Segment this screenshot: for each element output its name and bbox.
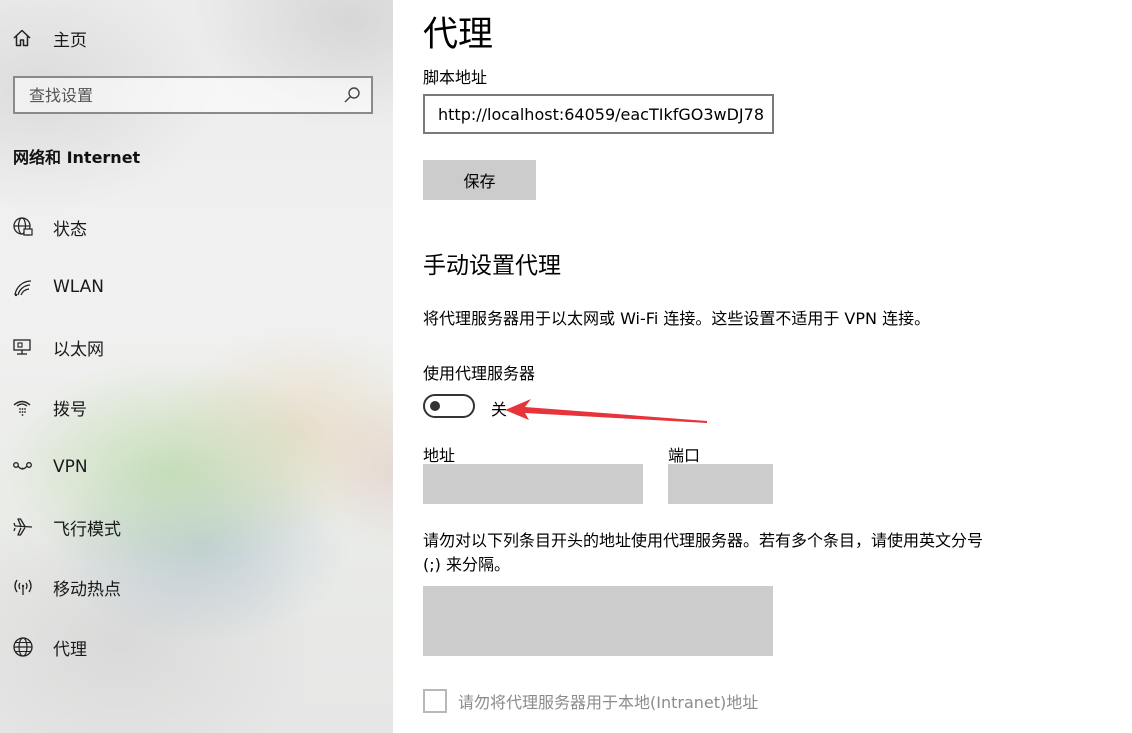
hotspot-icon xyxy=(14,579,32,595)
proxy-address-input[interactable] xyxy=(423,464,643,504)
script-address-label: 脚本地址 xyxy=(423,68,488,87)
sidebar-item-mobile-hotspot[interactable]: 移动热点 xyxy=(12,572,382,602)
use-proxy-toggle[interactable] xyxy=(423,394,475,418)
script-address-input[interactable] xyxy=(423,94,774,134)
globe-status-icon xyxy=(13,217,33,236)
proxy-settings-page: 代理 脚本地址 保存 手动设置代理 将代理服务器用于以太网或 Wi-Fi 连接。… xyxy=(393,0,1132,733)
sidebar-item-dialup[interactable]: 拨号 xyxy=(12,392,382,422)
globe-icon xyxy=(13,637,33,657)
sidebar-item-label: 拨号 xyxy=(53,399,87,420)
proxy-port-label: 端口 xyxy=(668,446,701,465)
bypass-local-label: 请勿将代理服务器用于本地(Intranet)地址 xyxy=(458,693,759,712)
sidebar-item-proxy[interactable]: 代理 xyxy=(12,632,382,662)
page-title: 代理 xyxy=(423,15,494,55)
settings-search-input[interactable] xyxy=(15,84,343,106)
sidebar-item-label: 代理 xyxy=(53,639,87,660)
sidebar-item-airplane-mode[interactable]: 飞行模式 xyxy=(12,512,382,542)
sidebar-item-label: 以太网 xyxy=(53,339,104,360)
annotation-arrow xyxy=(505,399,707,423)
ethernet-icon xyxy=(13,339,31,355)
sidebar-home[interactable]: 主页 xyxy=(12,24,87,52)
manual-proxy-description: 将代理服务器用于以太网或 Wi-Fi 连接。这些设置不适用于 VPN 连接。 xyxy=(423,309,931,328)
bypass-local-checkbox[interactable] xyxy=(423,689,447,713)
toggle-knob xyxy=(430,401,440,411)
proxy-port-input[interactable] xyxy=(668,464,773,504)
settings-search-box xyxy=(13,76,373,114)
proxy-address-label: 地址 xyxy=(423,446,456,465)
sidebar-item-label: VPN xyxy=(53,457,88,477)
vpn-icon xyxy=(13,462,32,470)
sidebar-item-label: 状态 xyxy=(53,219,87,240)
exceptions-textarea[interactable] xyxy=(423,586,773,656)
exceptions-description: 请勿对以下列条目开头的地址使用代理服务器。若有多个条目，请使用英文分号 (;) … xyxy=(423,531,984,574)
use-proxy-label: 使用代理服务器 xyxy=(423,364,536,383)
sidebar-item-label: 飞行模式 xyxy=(53,519,121,540)
sidebar-item-label: WLAN xyxy=(53,277,105,297)
home-icon xyxy=(13,29,31,47)
sidebar-section-title: 网络和 Internet xyxy=(13,148,141,167)
sidebar-item-status[interactable]: 状态 xyxy=(12,212,382,242)
sidebar-home-label: 主页 xyxy=(53,30,87,51)
sidebar-item-label: 移动热点 xyxy=(53,579,121,600)
airplane-icon xyxy=(13,518,33,536)
sidebar-item-ethernet[interactable]: 以太网 xyxy=(12,332,382,362)
dialup-icon xyxy=(13,400,31,416)
save-button[interactable]: 保存 xyxy=(423,160,536,200)
settings-sidebar: 主页 网络和 Internet 状态 WLAN xyxy=(0,0,393,733)
search-icon[interactable] xyxy=(343,86,361,104)
wifi-icon xyxy=(14,280,32,297)
sidebar-item-vpn[interactable]: VPN xyxy=(12,452,382,482)
sidebar-item-wlan[interactable]: WLAN xyxy=(12,272,382,302)
manual-proxy-heading: 手动设置代理 xyxy=(423,253,561,279)
bypass-local-row: 请勿将代理服务器用于本地(Intranet)地址 xyxy=(423,688,758,714)
